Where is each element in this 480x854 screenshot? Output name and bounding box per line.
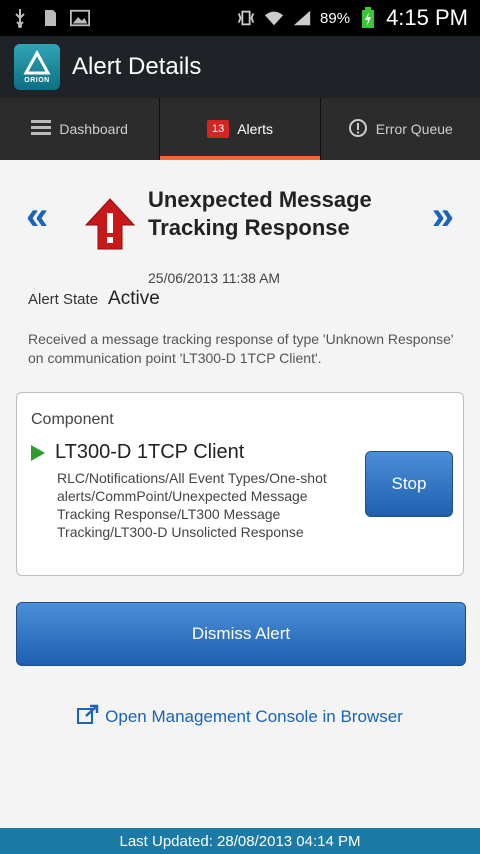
exclamation-circle-icon	[348, 118, 368, 141]
clock: 4:15 PM	[386, 5, 468, 30]
tab-label: Alerts	[237, 121, 274, 137]
tab-label: Dashboard	[59, 121, 128, 137]
sd-card-icon	[40, 8, 60, 28]
status-bar: 89% 4:15 PM	[0, 0, 480, 36]
alert-state-label: Alert State	[28, 291, 99, 308]
component-path: RLC/Notifications/All Event Types/One-sh…	[57, 470, 327, 540]
previous-alert-button[interactable]: «	[26, 194, 48, 239]
orion-logo[interactable]: ORION	[14, 44, 60, 90]
tab-label: Error Queue	[375, 121, 453, 137]
alert-header: « Unexpected Message Tracking Response »…	[0, 182, 480, 286]
open-console-link[interactable]: Open Management Console in Browser	[0, 704, 480, 729]
alert-message: Received a message tracking response of …	[28, 331, 454, 366]
alerts-count-badge: 13	[206, 120, 230, 138]
running-status-icon	[31, 444, 45, 461]
page-title: Alert Details	[72, 53, 202, 80]
component-name-row: LT300-D 1TCP Client	[31, 441, 244, 464]
alert-details-content: « Unexpected Message Tracking Response »…	[0, 160, 480, 828]
tab-bar: Dashboard 13 Alerts Error Queue	[0, 98, 480, 160]
component-card: Component LT300-D 1TCP Client RLC/Notifi…	[16, 392, 464, 576]
stop-button[interactable]: Stop	[365, 451, 453, 517]
tab-alerts[interactable]: 13 Alerts	[160, 98, 321, 160]
dismiss-alert-button[interactable]: Dismiss Alert	[16, 602, 466, 666]
next-alert-button[interactable]: »	[432, 194, 454, 239]
component-name: LT300-D 1TCP Client	[55, 441, 245, 463]
usb-icon	[10, 8, 30, 28]
tab-error-queue[interactable]: Error Queue	[321, 98, 480, 160]
last-updated-footer: Last Updated: 28/08/2013 04:14 PM	[0, 828, 480, 854]
alert-state-row: Alert State Active	[28, 288, 160, 310]
list-icon	[31, 119, 52, 140]
action-bar: ORION Alert Details	[0, 36, 480, 98]
vibrate-icon	[236, 8, 256, 28]
battery-percent: 89%	[320, 9, 351, 27]
image-icon	[70, 8, 90, 28]
alert-title: Unexpected Message Tracking Response	[148, 187, 372, 240]
battery-charging-icon	[358, 7, 378, 28]
alert-state-value: Active	[108, 288, 160, 309]
signal-icon	[292, 8, 312, 28]
tab-dashboard[interactable]: Dashboard	[0, 98, 161, 160]
wifi-icon	[264, 8, 284, 28]
logo-text: ORION	[24, 77, 50, 84]
warning-icon	[84, 197, 136, 258]
open-console-link-label: Open Management Console in Browser	[105, 706, 403, 726]
component-header: Component	[31, 411, 114, 428]
alert-timestamp: 25/06/2013 11:38 AM	[148, 270, 281, 286]
external-link-icon	[77, 704, 99, 729]
